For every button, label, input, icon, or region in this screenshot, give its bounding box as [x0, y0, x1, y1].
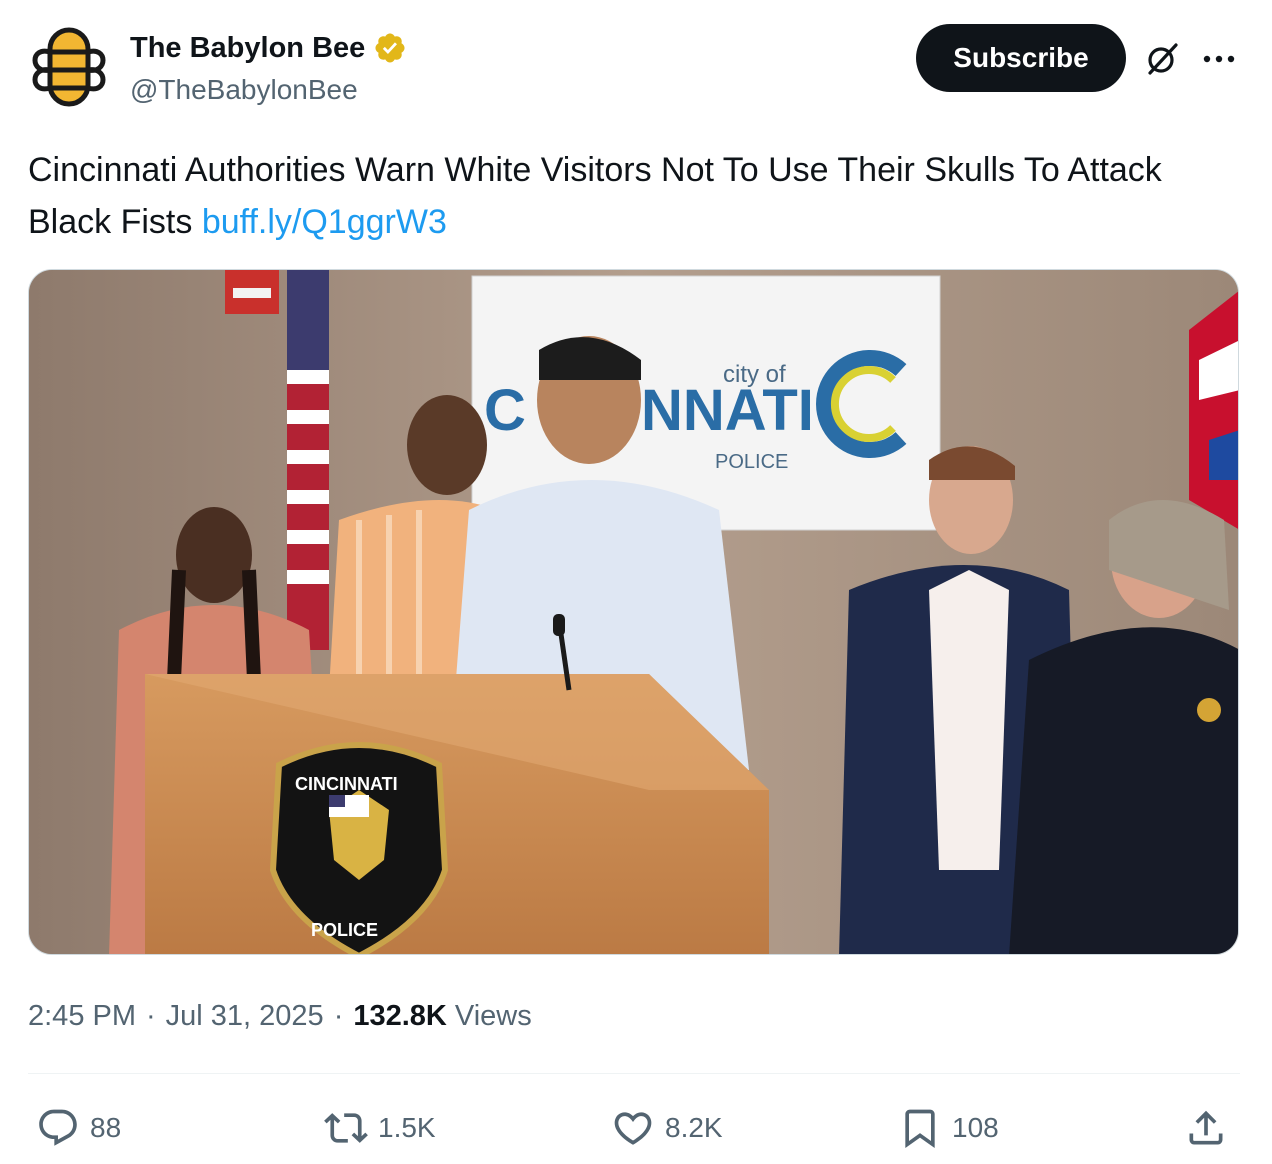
repost-count: 1.5K: [378, 1112, 436, 1143]
reply-icon: [39, 1109, 77, 1146]
tweet-link[interactable]: buff.ly/Q1ggrW3: [202, 203, 447, 241]
tweet-body: Cincinnati Authorities Warn White Visito…: [28, 151, 1162, 241]
sign-name-part1: C: [484, 378, 526, 443]
verified-badge-icon[interactable]: [373, 31, 407, 65]
babylon-bee-logo-icon[interactable]: [28, 26, 110, 108]
tweet-text: Cincinnati Authorities Warn White Visito…: [28, 144, 1243, 248]
sign-name-part2: NNATI: [641, 378, 814, 443]
reply-count: 88: [90, 1112, 122, 1143]
display-name[interactable]: The Babylon Bee: [130, 32, 365, 65]
like-count: 8.2K: [665, 1112, 723, 1143]
display-name-row: The Babylon Bee: [130, 30, 407, 66]
bookmark-count: 108: [952, 1112, 999, 1143]
share-icon: [1189, 1110, 1223, 1145]
sign-police: POLICE: [715, 451, 788, 473]
like-icon: [614, 1112, 652, 1145]
like-button[interactable]: 8.2K: [611, 1100, 723, 1156]
reply-button[interactable]: 88: [36, 1100, 121, 1156]
tweet-date[interactable]: Jul 31, 2025: [166, 1000, 324, 1033]
tweet-time[interactable]: 2:45 PM: [28, 1000, 136, 1033]
tweet-media-image[interactable]: city of C NNATI POLICE CINCINNATI POLICE: [28, 269, 1239, 955]
subscribe-button[interactable]: Subscribe: [916, 24, 1126, 92]
bookmark-button[interactable]: 108: [898, 1100, 999, 1156]
divider: [28, 1073, 1240, 1074]
meta-separator: ·: [333, 999, 344, 1032]
repost-icon: [324, 1113, 368, 1143]
account-handle[interactable]: @TheBabylonBee: [130, 74, 407, 106]
grok-icon[interactable]: [1143, 40, 1181, 78]
tweet-header: The Babylon Bee @TheBabylonBee Subscribe: [28, 24, 1240, 108]
account-names: The Babylon Bee @TheBabylonBee: [130, 30, 407, 106]
views-label: Views: [454, 999, 532, 1032]
bookmark-icon: [905, 1109, 935, 1149]
views-count[interactable]: 132.8K: [353, 1000, 447, 1033]
tweet-meta: 2:45 PM · Jul 31, 2025 · 132.8K Views: [28, 996, 532, 1036]
more-horizontal-icon[interactable]: [1198, 40, 1240, 78]
meta-separator: ·: [146, 999, 156, 1032]
podium-badge-top: CINCINNATI: [295, 774, 398, 794]
tweet-actions-bar: 88 1.5K 8.2K 108: [28, 1100, 1240, 1156]
share-button[interactable]: [1184, 1100, 1238, 1156]
repost-button[interactable]: 1.5K: [324, 1100, 436, 1156]
podium-badge-bottom: POLICE: [311, 920, 378, 940]
